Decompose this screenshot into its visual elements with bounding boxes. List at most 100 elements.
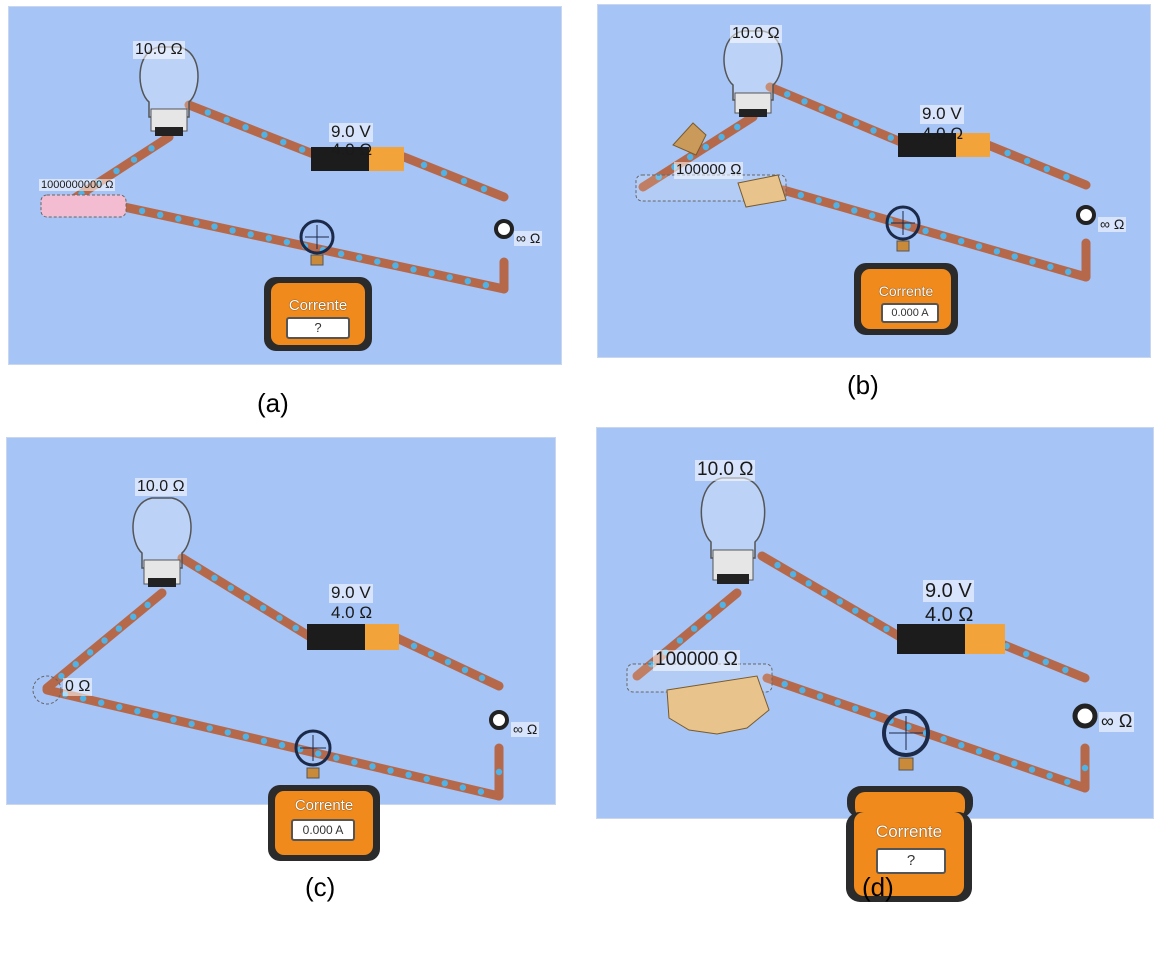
electron-dot [940, 232, 947, 240]
meter-reading: 0.000 A [291, 819, 355, 841]
electron-dot [440, 169, 448, 177]
electron-dot [148, 145, 155, 152]
electron-dot [869, 711, 877, 718]
electron-dot [833, 202, 840, 209]
circuit-diagram-b [635, 30, 1096, 335]
electron-dot [975, 243, 983, 250]
caption-c: (c) [305, 872, 336, 902]
electron-dot [223, 116, 230, 124]
electron-dot [993, 754, 1000, 761]
caption-a: (a) [257, 388, 289, 418]
electron-dot [478, 674, 486, 682]
electron-dot [113, 167, 120, 175]
electron-dot [387, 767, 394, 774]
switch-resistance-label: ∞ Ω [1099, 711, 1135, 732]
circuit-panel-b: 10.0 Ω 9.0 V 4.0 Ω 100000 Ω ∞ Ω Corrente… [597, 4, 1151, 358]
electron-dot [227, 584, 234, 592]
meter-reading: ? [876, 848, 946, 874]
electron-dot [405, 771, 412, 778]
meter-title: Corrente [294, 797, 354, 814]
left-resistor-label: 0 Ω [63, 678, 93, 696]
electron-dot [852, 705, 859, 712]
switch[interactable] [489, 710, 509, 730]
electron-dot [774, 561, 781, 569]
electron-dot [781, 680, 788, 688]
electron-dot [356, 254, 363, 261]
battery[interactable] [307, 624, 399, 650]
electron-dot [495, 768, 503, 776]
electron-dot [1047, 263, 1054, 270]
circuit-diagram-c [32, 497, 509, 801]
electron-dot [1064, 778, 1071, 786]
electron-dot [195, 564, 202, 572]
electron-dot [1011, 760, 1018, 767]
electron-dot [883, 625, 890, 633]
electron-dot [144, 601, 151, 609]
electron-dot [79, 695, 87, 702]
caption-b: (b) [847, 370, 879, 400]
caption-d: (d) [862, 872, 894, 902]
wire-bulb-to-battery [757, 551, 907, 643]
bulb[interactable] [723, 30, 783, 117]
meter-title: Corrente [288, 297, 348, 314]
electron-dot [887, 134, 894, 141]
electron-dot [351, 758, 358, 766]
switch[interactable] [494, 219, 514, 239]
electron-dot [975, 748, 983, 755]
electron-dot [410, 266, 417, 273]
electron-dot [211, 574, 218, 582]
electron-dot [116, 703, 123, 711]
electron-dot [835, 112, 843, 120]
electron-dot [459, 784, 467, 791]
electron-dot [922, 227, 929, 235]
electron-dot [851, 207, 858, 214]
electron-dot [797, 191, 805, 199]
bulb[interactable] [132, 497, 192, 587]
electron-dot [283, 238, 291, 246]
electron-dot [229, 227, 236, 234]
electron-dot [420, 161, 428, 169]
switch[interactable] [1072, 703, 1098, 729]
electron-dot [816, 693, 824, 700]
electron-dot [1011, 253, 1018, 260]
electron-dot [1062, 666, 1069, 674]
electron-dot [298, 146, 306, 153]
electron-dot [333, 754, 340, 762]
electron-dot [702, 143, 710, 151]
electron-dot [130, 156, 138, 163]
electron-dot [101, 637, 108, 644]
electron-dot [292, 624, 299, 632]
electron-dot [374, 258, 381, 265]
electron-dot [464, 277, 472, 285]
electron-dot [836, 598, 843, 605]
electron-dot [261, 131, 268, 138]
electron-dot [86, 649, 94, 656]
bulb[interactable] [700, 477, 766, 584]
electron-dot [72, 661, 79, 668]
electron-dot [482, 281, 490, 289]
electron-dot [853, 120, 860, 127]
electron-dot [867, 616, 875, 623]
electron-dot [940, 735, 947, 743]
electron-dot [423, 775, 430, 783]
electron-dot [784, 91, 791, 98]
electron-dot [130, 613, 137, 620]
electron-dot [676, 637, 684, 644]
battery-voltage-label: 9.0 V [920, 104, 964, 124]
electron-dot [444, 658, 452, 666]
electron-dot [799, 687, 806, 694]
electron-dot [818, 105, 825, 112]
electron-dot [480, 185, 488, 193]
electron-dot [392, 262, 399, 269]
wires-c [42, 553, 504, 801]
electron-dot [477, 788, 485, 795]
left-resistor[interactable] [40, 194, 127, 218]
battery[interactable] [897, 624, 1005, 654]
bulb-resistance-label: 10.0 Ω [695, 459, 756, 481]
bulb[interactable] [139, 46, 199, 136]
electron-dot [188, 720, 195, 728]
electron-dot [801, 98, 808, 105]
switch[interactable] [1076, 205, 1096, 225]
left-resistor-label: 100000 Ω [674, 161, 744, 179]
bulb-resistance-label: 10.0 Ω [730, 25, 782, 43]
